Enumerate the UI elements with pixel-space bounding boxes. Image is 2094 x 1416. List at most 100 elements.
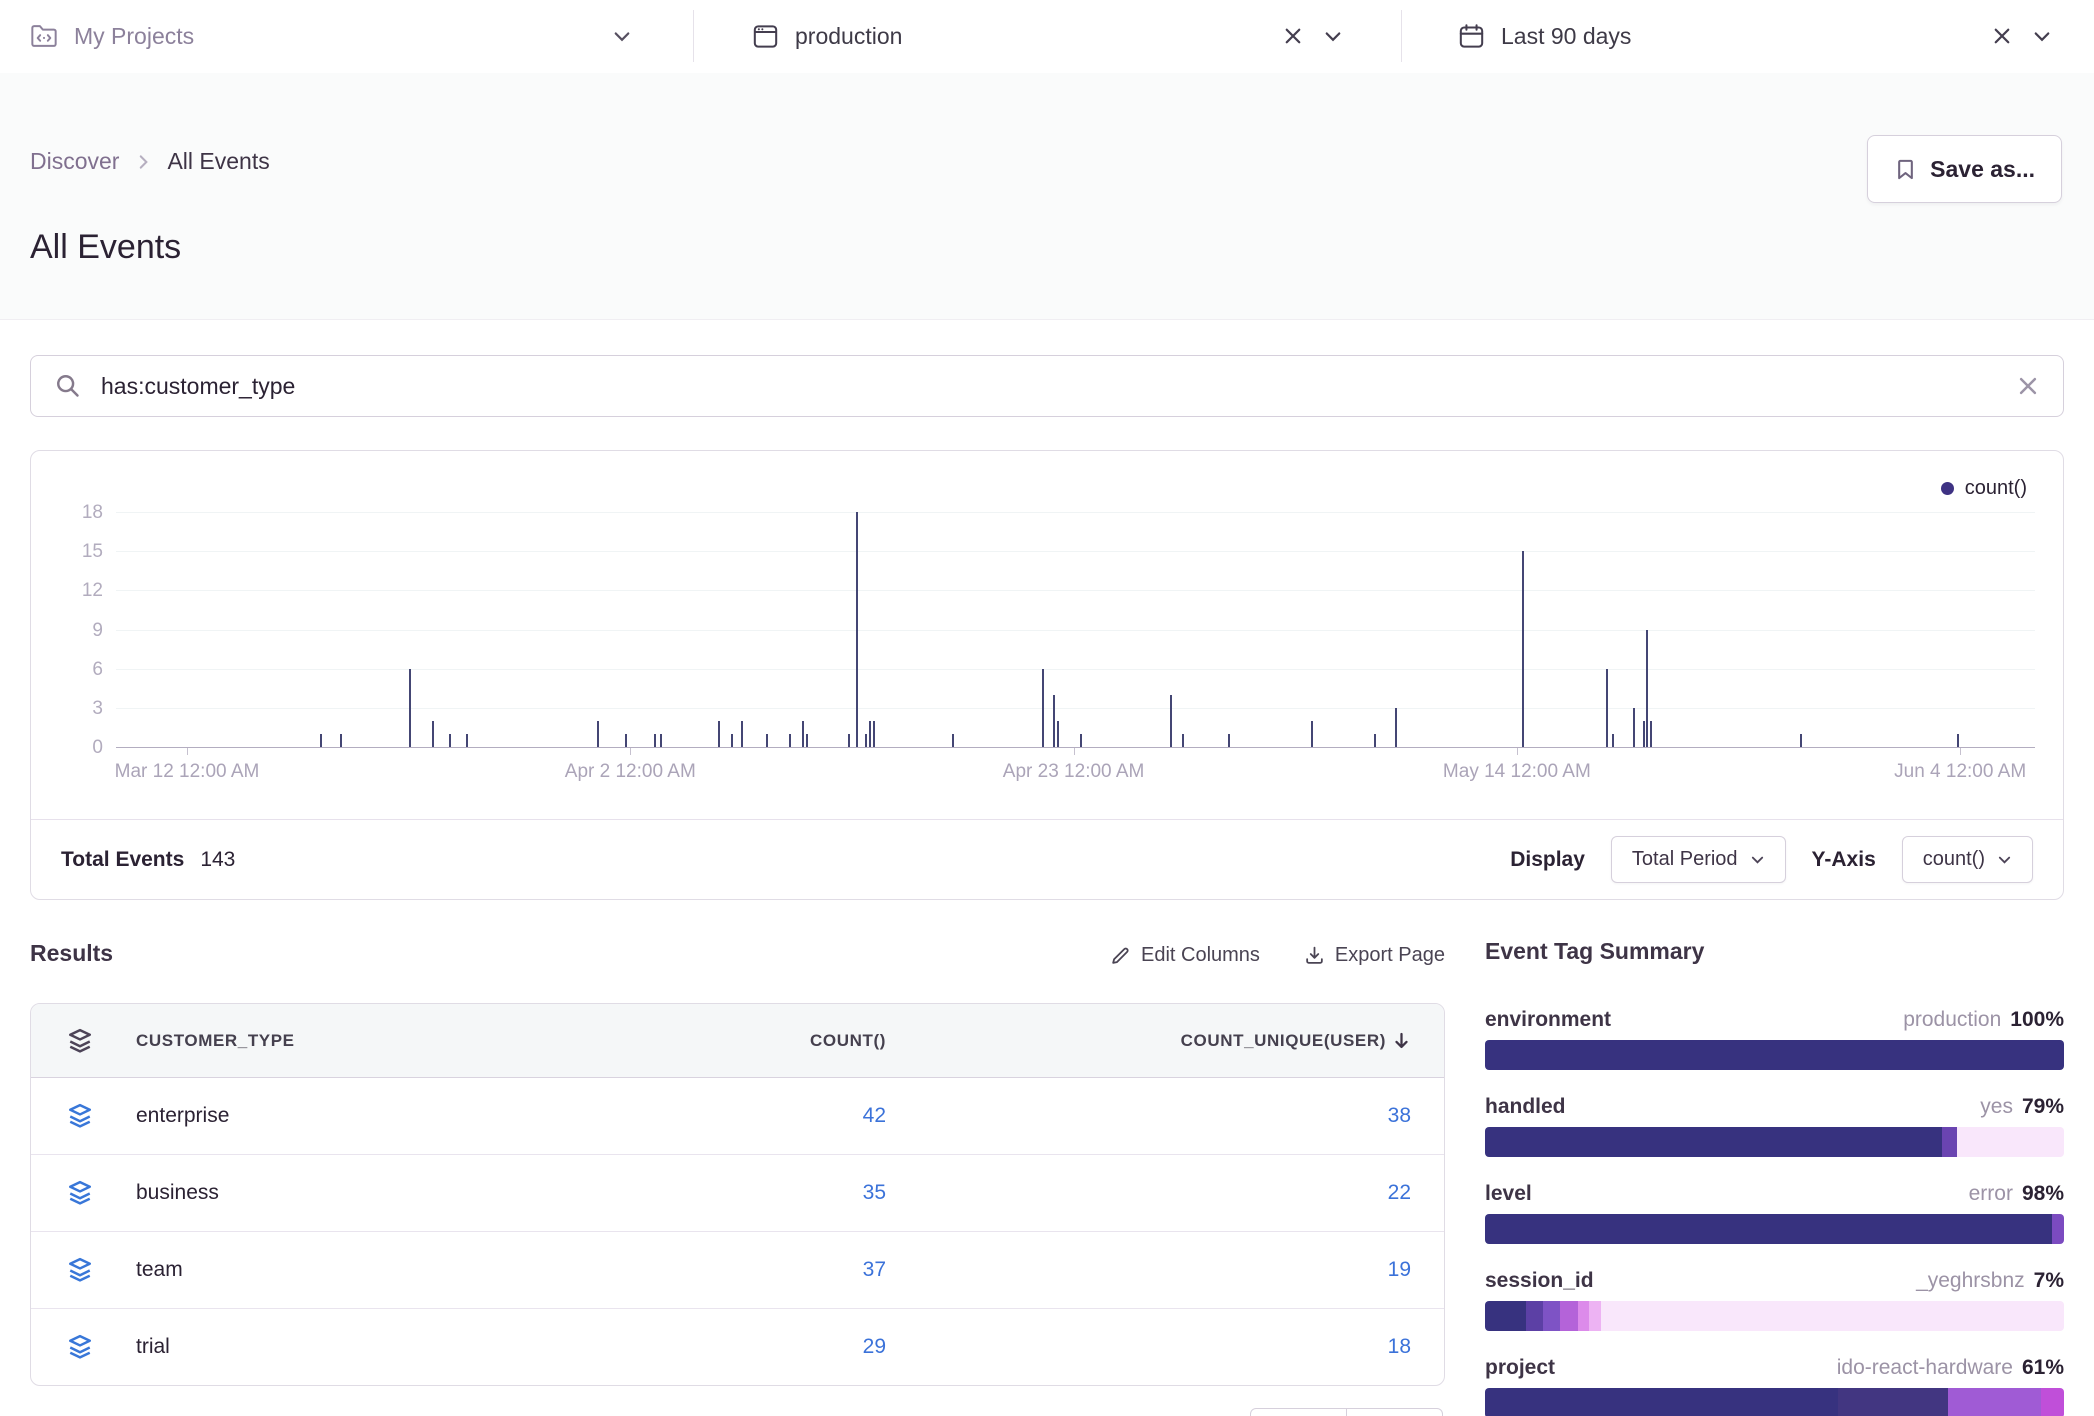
results-actions: Edit Columns Export Page: [30, 944, 1445, 967]
chart-bar: [320, 734, 322, 747]
gridline: [116, 590, 2035, 591]
x-axis-tick-label: Mar 12 12:00 AM: [47, 761, 327, 783]
cell-count-link[interactable]: 37: [586, 1258, 886, 1282]
chart-bar: [1650, 721, 1652, 747]
cell-count-unique-user-link[interactable]: 38: [886, 1104, 1445, 1128]
pagination: [1250, 1408, 1443, 1416]
tag-distribution-bar[interactable]: [1485, 1040, 2064, 1070]
breadcrumb-discover-link[interactable]: Discover: [30, 148, 119, 175]
chart-bar: [1606, 669, 1608, 747]
tag-summary-row: session_id_yeghrsbnz7%: [1485, 1269, 2064, 1331]
cell-count-unique-user-link[interactable]: 22: [886, 1181, 1445, 1205]
chart-bar: [869, 721, 871, 747]
chart-bar: [654, 734, 656, 747]
tag-summary-row: handledyes79%: [1485, 1095, 2064, 1157]
x-axis-tick-label: Apr 2 12:00 AM: [490, 761, 770, 783]
close-icon: [1283, 26, 1303, 46]
chevron-down-icon: [1750, 852, 1765, 867]
x-axis-tick: [1517, 748, 1518, 755]
tag-distribution-bar[interactable]: [1485, 1214, 2064, 1244]
tag-bar-segment: [1942, 1127, 1956, 1157]
tag-distribution-bar[interactable]: [1485, 1301, 2064, 1331]
search-clear-icon[interactable]: [2017, 375, 2039, 397]
export-page-button[interactable]: Export Page: [1304, 944, 1445, 967]
chart-bar: [449, 734, 451, 747]
tag-bar-segment: [1485, 1214, 2052, 1244]
legend-series-dot: [1941, 482, 1954, 495]
edit-columns-button[interactable]: Edit Columns: [1110, 944, 1260, 967]
project-filter-label: My Projects: [74, 23, 194, 50]
chart-bar: [340, 734, 342, 747]
environment-filter[interactable]: production: [752, 0, 902, 72]
chart-plot: [116, 513, 2035, 748]
tag-distribution-bar[interactable]: [1485, 1388, 2064, 1416]
date-range-filter[interactable]: Last 90 days: [1458, 0, 1631, 72]
chart-legend[interactable]: count(): [1941, 477, 2027, 500]
stack-icon: [31, 1257, 136, 1283]
tag-percent: 98%: [2022, 1182, 2064, 1205]
chart-bar: [731, 734, 733, 747]
display-select[interactable]: Total Period: [1611, 836, 1786, 883]
table-row: enterprise4238: [31, 1078, 1444, 1154]
date-range-clear-button[interactable]: [1992, 0, 2012, 72]
chart-bar: [789, 734, 791, 747]
chart-bar: [660, 734, 662, 747]
date-range-filter-label: Last 90 days: [1501, 23, 1631, 50]
chevron-down-icon: [2032, 26, 2052, 46]
search-input[interactable]: [99, 372, 1999, 401]
previous-page-button[interactable]: [1250, 1408, 1347, 1416]
tag-top-value: production: [1903, 1008, 2001, 1031]
environment-filter-chevron[interactable]: [1323, 0, 1343, 72]
page-header: Discover All Events Save as... All Event…: [0, 73, 2094, 320]
y-axis-tick-label: 3: [45, 698, 103, 720]
gridline: [116, 708, 2035, 709]
cell-count-unique-user-link[interactable]: 18: [886, 1335, 1445, 1359]
date-range-filter-chevron[interactable]: [2032, 0, 2052, 72]
event-tag-summary-panel: Event Tag Summary environmentproduction1…: [1485, 938, 2064, 965]
column-header-count-unique-user[interactable]: COUNT_UNIQUE(USER): [886, 1031, 1445, 1051]
close-icon: [1992, 26, 2012, 46]
events-chart-panel: count() 0369121518 Mar 12 12:00 AMApr 2 …: [30, 450, 2064, 900]
cell-count-link[interactable]: 35: [586, 1181, 886, 1205]
chart-x-axis-line: [116, 747, 2035, 748]
chart-bar: [1057, 721, 1059, 747]
tag-summary-heading: Event Tag Summary: [1485, 938, 2064, 965]
chart-bar: [1374, 734, 1376, 747]
project-filter[interactable]: My Projects: [30, 0, 194, 72]
column-header-customer-type[interactable]: CUSTOMER_TYPE: [136, 1031, 586, 1051]
tag-name: handled: [1485, 1095, 1566, 1119]
tag-distribution-bar[interactable]: [1485, 1127, 2064, 1157]
project-filter-chevron[interactable]: [612, 0, 632, 72]
tag-summary-row: environmentproduction100%: [1485, 1008, 2064, 1070]
y-axis-tick-label: 9: [45, 620, 103, 642]
stack-icon: [31, 1028, 136, 1054]
legend-series-label: count(): [1965, 477, 2027, 500]
chart-bar: [1182, 734, 1184, 747]
tag-bar-segment: [1560, 1301, 1577, 1331]
environment-clear-button[interactable]: [1283, 0, 1303, 72]
y-axis-select[interactable]: count(): [1902, 836, 2033, 883]
tag-bar-segment: [1957, 1127, 2064, 1157]
next-page-button[interactable]: [1346, 1408, 1443, 1416]
y-axis-label: Y-Axis: [1812, 848, 1876, 872]
chart-bar: [1643, 721, 1645, 747]
cell-count-unique-user-link[interactable]: 19: [886, 1258, 1445, 1282]
chart-bar: [1080, 734, 1082, 747]
breadcrumb: Discover All Events: [30, 148, 270, 175]
display-select-value: Total Period: [1632, 848, 1738, 871]
page-title: All Events: [30, 228, 181, 267]
chart-bar: [1612, 734, 1614, 747]
chart-bar: [952, 734, 954, 747]
cell-customer-type: team: [136, 1258, 586, 1282]
chevron-down-icon: [1997, 852, 2012, 867]
save-as-button[interactable]: Save as...: [1867, 135, 2062, 203]
cell-count-link[interactable]: 42: [586, 1104, 886, 1128]
chart-bar: [806, 734, 808, 747]
display-label: Display: [1510, 848, 1585, 872]
tag-top-value: yes: [1980, 1095, 2013, 1118]
x-axis-tick-label: Jun 4 12:00 AM: [1820, 761, 2064, 783]
chart-bar: [873, 721, 875, 747]
column-header-count[interactable]: COUNT(): [586, 1031, 886, 1051]
cell-count-link[interactable]: 29: [586, 1335, 886, 1359]
stack-icon: [31, 1334, 136, 1360]
